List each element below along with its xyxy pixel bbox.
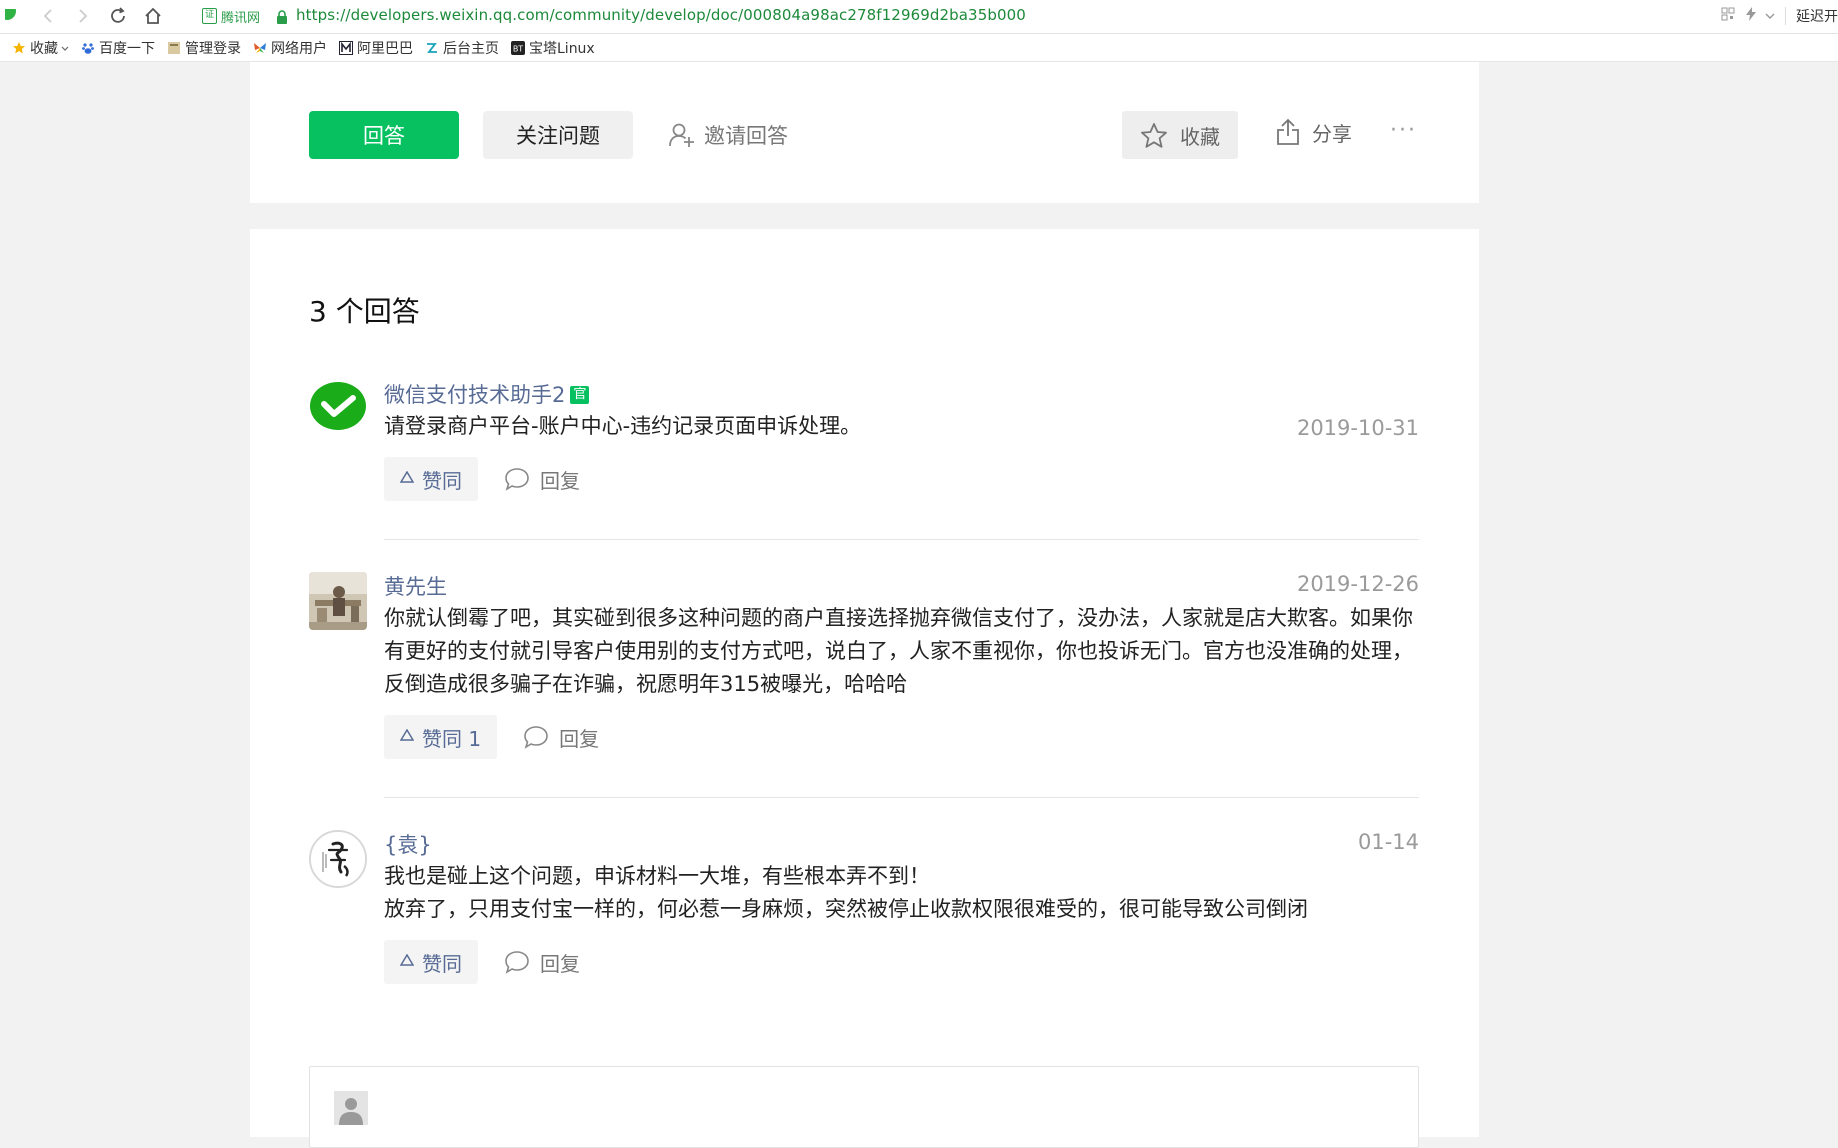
page-icon [167,41,181,55]
baidu-paw-icon [81,41,95,55]
reply-label: 回复 [540,468,580,493]
svg-text:BT: BT [513,44,523,53]
star-icon [12,41,26,55]
official-badge: 官 [570,386,590,404]
triangle-up-icon [399,470,415,487]
like-label: 赞同 [422,468,462,493]
bt-logo-icon: BT [511,40,525,55]
avatar-yuan[interactable] [309,830,367,888]
answer-text: 你就认倒霉了吧，其实碰到很多这种问题的商户直接选择抛弃微信支付了，没办法，人家就… [384,606,1413,696]
answer-item: 黄先生 2019-12-26 你就认倒霉了吧，其实碰到很多这种问题的商户直接选择… [309,572,1419,772]
answer-date: 2019-12-26 [1296,572,1419,596]
share-label: 分享 [1312,121,1352,146]
answer-text: 请登录商户平台-账户中心-违约记录页面申诉处理。 [384,414,862,438]
avatar-huang[interactable] [309,572,367,630]
calligraphy-logo-icon [311,832,365,886]
follow-question-button[interactable]: 关注问题 [483,111,633,159]
author-row: 微信支付技术助手2 官 [384,380,1419,410]
answer-date: 01-14 [1357,830,1419,854]
answer-divider [384,797,1419,798]
answer-body: 黄先生 2019-12-26 你就认倒霉了吧，其实碰到很多这种问题的商户直接选择… [384,572,1419,759]
back-arrow-icon[interactable] [36,4,60,28]
collect-button[interactable]: 收藏 [1122,111,1238,159]
bookmark-item-favorites[interactable]: 收藏 [12,38,69,58]
author-row: {袁} [384,830,1419,860]
author-name[interactable]: 黄先生 [384,572,447,602]
invite-answer-button[interactable]: 邀请回答 [668,118,788,152]
answers-count-title: 3 个回答 [309,295,420,328]
like-label: 赞同 [422,951,462,976]
answer-button[interactable]: 回答 [309,111,459,159]
comment-bubble-icon [524,726,548,749]
arrow-logo-icon [425,41,439,55]
user-photo-icon [309,572,367,630]
site-security-badge[interactable]: 证 腾讯网 [202,7,260,26]
answer-item: {袁} 01-14 我也是碰上这个问题，申诉材料一大堆，有些根本弄不到！ 放弃了… [309,830,1419,1000]
share-button[interactable]: 分享 [1276,114,1352,150]
lock-icon [276,9,288,28]
add-user-icon [669,123,694,147]
like-button[interactable]: 赞同 [384,940,478,984]
browser-logo-icon [0,4,24,28]
comment-bubble-icon [505,951,529,974]
chevron-down-icon [61,40,69,56]
default-avatar-icon [334,1091,368,1125]
triangle-up-icon [399,953,415,970]
reply-label: 回复 [540,951,580,976]
bookmark-item-baota-linux[interactable]: BT 宝塔Linux [511,38,595,58]
answer-actions: 赞同 回复 [384,457,1419,501]
star-outline-icon [1141,122,1167,148]
avatar-wechat-pay[interactable] [309,380,367,438]
extension-label[interactable]: 延迟开 [1796,6,1838,26]
more-options-button[interactable]: ··· [1390,118,1417,143]
collect-label: 收藏 [1180,124,1220,149]
lightning-icon[interactable] [1745,7,1757,25]
answer-actions: 赞同 1 回复 [384,715,1419,759]
butterfly-icon [253,41,267,55]
answer-editor[interactable] [309,1066,1419,1148]
certificate-icon: 证 [202,8,217,24]
bookmark-item-admin-login[interactable]: 管理登录 [167,38,241,58]
invite-answer-label: 邀请回答 [704,124,788,148]
refresh-icon[interactable] [106,4,130,28]
author-name[interactable]: {袁} [384,830,432,860]
answer-divider [384,539,1419,540]
like-label: 赞同 1 [422,726,482,751]
author-row: 黄先生 [384,572,1419,602]
reply-label: 回复 [559,726,600,751]
comment-bubble-icon [505,468,529,491]
toolbar-divider [1785,7,1786,25]
reply-button[interactable]: 回复 [523,723,599,752]
like-button[interactable]: 赞同 1 [384,715,498,759]
url-field[interactable]: https://developers.weixin.qq.com/communi… [296,6,1026,24]
reply-button[interactable]: 回复 [504,465,580,494]
answer-text-line: 放弃了，只用支付宝一样的，何必惹一身麻烦，突然被停止收款权限很难受的，很可能导致… [384,897,1308,921]
answer-actions: 赞同 回复 [384,940,1419,984]
bookmarks-bar: 收藏 百度一下 管理登录 网络用户 阿里巴巴 后台主页 BT 宝塔Linux [0,34,1838,62]
share-icon [1277,118,1299,145]
answer-body: 微信支付技术助手2 官 2019-10-31 请登录商户平台-账户中心-违约记录… [384,380,1419,501]
qr-code-icon[interactable] [1721,7,1735,25]
forward-arrow-icon[interactable] [71,4,95,28]
bookmark-item-backend-home[interactable]: 后台主页 [425,38,499,58]
answer-item: 微信支付技术助手2 官 2019-10-31 请登录商户平台-账户中心-违约记录… [309,380,1419,510]
wechat-pay-logo-icon [310,382,366,430]
author-name[interactable]: 微信支付技术助手2 [384,380,565,410]
bookmark-item-baidu[interactable]: 百度一下 [81,38,155,58]
answer-body: {袁} 01-14 我也是碰上这个问题，申诉材料一大堆，有些根本弄不到！ 放弃了… [384,830,1419,984]
m-logo-icon [339,40,353,55]
reply-button[interactable]: 回复 [504,948,580,977]
chevron-down-icon[interactable] [1765,9,1775,24]
bookmark-item-alibaba[interactable]: 阿里巴巴 [339,38,413,58]
triangle-up-icon [399,728,415,745]
browser-address-bar: 证 腾讯网 https://developers.weixin.qq.com/c… [0,0,1838,34]
like-button[interactable]: 赞同 [384,457,478,501]
answer-text-line: 我也是碰上这个问题，申诉材料一大堆，有些根本弄不到！ [384,864,930,888]
home-icon[interactable] [141,4,165,28]
bookmark-item-network-users[interactable]: 网络用户 [253,38,327,58]
answer-date: 2019-10-31 [1296,416,1419,440]
browser-right-tools: 延迟开 [1721,6,1838,26]
